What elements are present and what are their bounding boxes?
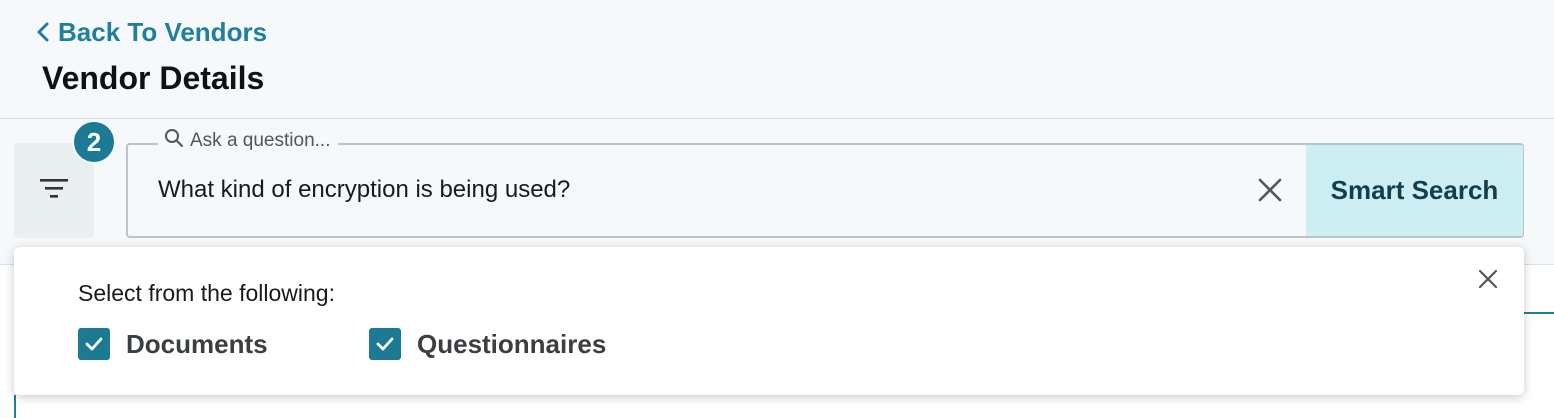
questionnaires-checkbox[interactable] — [369, 328, 401, 360]
check-icon — [376, 337, 394, 351]
check-icon — [85, 337, 103, 351]
search-icon — [164, 128, 184, 154]
page-header: Back To Vendors Vendor Details — [0, 0, 1554, 119]
close-icon — [1478, 269, 1498, 294]
questionnaires-option[interactable]: Questionnaires — [369, 327, 606, 361]
close-icon — [1257, 177, 1283, 208]
close-filter-panel-button[interactable] — [1476, 269, 1500, 293]
page-title: Vendor Details — [42, 60, 265, 96]
questionnaires-label: Questionnaires — [417, 328, 607, 359]
search-legend-label: Ask a question... — [190, 130, 331, 151]
search-input[interactable] — [158, 170, 1238, 210]
search-legend: Ask a question... — [158, 128, 339, 154]
documents-option[interactable]: Documents — [78, 327, 268, 361]
filter-icon — [38, 176, 70, 205]
smart-search-button[interactable]: Smart Search — [1306, 145, 1523, 236]
filter-count-badge: 2 — [72, 120, 116, 164]
documents-checkbox[interactable] — [78, 328, 110, 360]
clear-search-button[interactable] — [1252, 174, 1288, 210]
filter-panel: Select from the following: Documents Que… — [14, 247, 1524, 395]
content-divider — [14, 395, 16, 418]
documents-label: Documents — [126, 328, 268, 359]
chevron-left-icon — [36, 21, 50, 43]
filter-panel-heading: Select from the following: — [78, 280, 335, 306]
back-link-label: Back To Vendors — [58, 16, 268, 47]
back-to-vendors-link[interactable]: Back To Vendors — [36, 16, 267, 48]
